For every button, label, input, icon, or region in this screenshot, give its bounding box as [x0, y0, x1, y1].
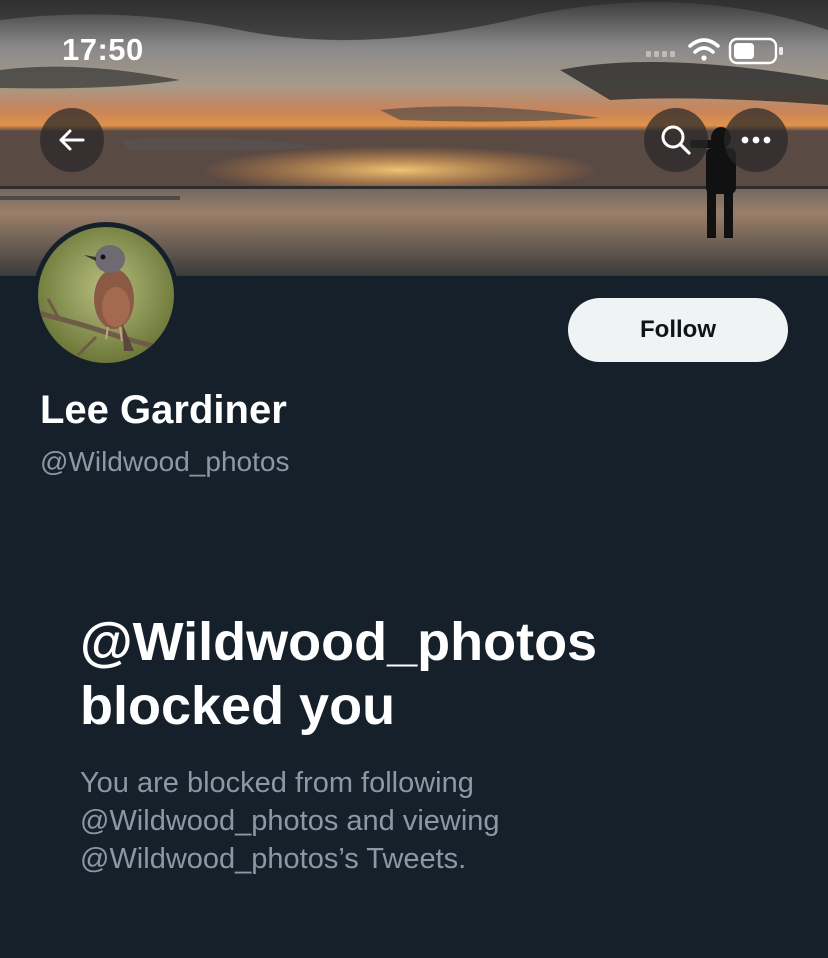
avatar[interactable] — [33, 222, 179, 368]
status-icons — [638, 34, 798, 68]
blocked-description-line-2: @Wildwood_photos and viewing — [80, 805, 500, 837]
wifi-icon — [688, 38, 720, 61]
status-bar: 17:50 — [0, 0, 828, 100]
back-button[interactable] — [40, 108, 104, 172]
avatar-image — [38, 227, 174, 363]
more-button[interactable] — [724, 108, 788, 172]
cellular-signal-icon — [646, 51, 675, 57]
status-time: 17:50 — [62, 32, 144, 67]
blocked-title-line-1: @Wildwood_photos — [80, 612, 598, 672]
battery-icon — [728, 37, 783, 65]
search-icon — [661, 125, 691, 155]
arrow-left-icon — [59, 129, 85, 151]
blocked-description-line-1: You are blocked from following — [80, 767, 474, 799]
user-handle: @Wildwood_photos — [40, 446, 290, 477]
blocked-description-line-3: @Wildwood_photos’s Tweets. — [80, 843, 467, 875]
search-button[interactable] — [644, 108, 708, 172]
blocked-title: @Wildwood_photos blocked you — [80, 610, 780, 738]
display-name: Lee Gardiner — [40, 388, 287, 432]
blocked-description: You are blocked from following @Wildwood… — [80, 764, 760, 878]
more-horizontal-icon — [741, 136, 771, 144]
blocked-title-line-2: blocked you — [80, 676, 396, 736]
follow-button[interactable]: Follow — [568, 298, 788, 362]
